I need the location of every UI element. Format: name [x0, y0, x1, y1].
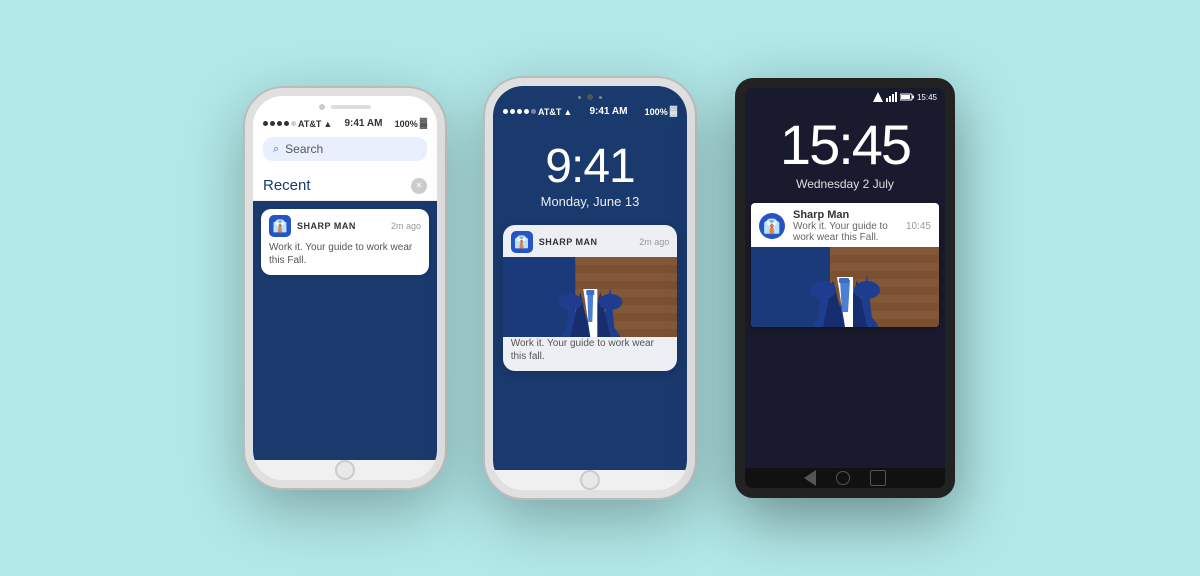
dot5 [531, 109, 536, 114]
android-app-icon: 👔 [759, 213, 785, 239]
speaker-grill [331, 105, 371, 109]
recent-label: Recent [263, 177, 311, 194]
recent-close-button[interactable]: ✕ [411, 178, 427, 194]
status2-right: 100% ▓ [645, 106, 677, 117]
tie-icon: 👔 [273, 219, 288, 233]
battery2-label: 100% [645, 107, 668, 117]
lock-time: 9:41 [545, 139, 634, 194]
wifi-icon: ▲ [323, 119, 332, 129]
suit-svg [503, 257, 678, 337]
notif-image [503, 257, 678, 337]
home-button-area2 [493, 470, 687, 490]
home-button2[interactable] [580, 470, 600, 490]
carrier2-dots [503, 109, 536, 114]
android-notif-body: Work it. Your guide to work wear this Fa… [793, 221, 898, 243]
android-notif-info: Sharp Man Work it. Your guide to work we… [793, 209, 898, 243]
iphone2-screen: 9:41 Monday, June 13 👔 SHARP MAN 2m ago [493, 119, 687, 470]
battery-label: 100% [395, 119, 418, 129]
lock-app-name: SHARP MAN [539, 237, 634, 247]
home-button-area [253, 460, 437, 480]
app-name: SHARP MAN [297, 221, 385, 231]
iphone1-screen: Recent ✕ 👔 SHARP MAN 2m ago Work it. You… [253, 169, 437, 460]
recent-section-header: Recent ✕ [253, 169, 437, 201]
tie3-icon: 👔 [763, 218, 780, 235]
bar3 [892, 94, 894, 102]
carrier-label: AT&T [298, 119, 321, 129]
dot5 [291, 121, 296, 126]
bar4 [895, 92, 897, 102]
dot3 [517, 109, 522, 114]
iphone1-frame: AT&T ▲ 9:41 AM 100% ▓ ⌕ Search Recent ✕ … [245, 88, 445, 488]
android-status-time: 15:45 [917, 93, 937, 102]
android-frame: 15:45 15:45 Wednesday 2 July 👔 Sharp Man… [735, 78, 955, 498]
iphone1-status-bar: AT&T ▲ 9:41 AM 100% ▓ [253, 114, 437, 131]
android-app-name: Sharp Man [793, 209, 898, 221]
dot2 [510, 109, 515, 114]
search-bar[interactable]: ⌕ Search [263, 137, 427, 161]
status-time: 9:41 AM [344, 118, 382, 129]
status-right: 100% ▓ [395, 118, 427, 129]
notif-body: Work it. Your guide to work wear this Fa… [261, 241, 429, 275]
lock-date: Monday, June 13 [541, 194, 640, 209]
iphone2-status-bar: AT&T ▲ 9:41 AM 100% ▓ [493, 102, 687, 119]
android-status-icons: 15:45 [873, 92, 937, 102]
lock-notif-header: 👔 SHARP MAN 2m ago [503, 225, 678, 257]
speaker-dot2 [599, 96, 602, 99]
home-button-android[interactable] [836, 471, 850, 485]
android-lock-date: Wednesday 2 July [745, 177, 945, 191]
search-icon: ⌕ [273, 143, 279, 156]
android-notif-header: 👔 Sharp Man Work it. Your guide to work … [751, 203, 939, 247]
battery-icon [900, 93, 914, 101]
dot1 [263, 121, 268, 126]
app-icon: 👔 [269, 215, 291, 237]
android-notification-card[interactable]: 👔 Sharp Man Work it. Your guide to work … [751, 203, 939, 327]
carrier2-label: AT&T [538, 107, 561, 117]
android-suit-svg [751, 247, 939, 327]
notification-card[interactable]: 👔 SHARP MAN 2m ago Work it. Your guide t… [261, 209, 429, 275]
front-camera2-icon [587, 94, 593, 100]
wifi2-icon: ▲ [563, 107, 572, 117]
dot4 [524, 109, 529, 114]
lock-notif-body: Work it. Your guide to work wear this fa… [503, 337, 678, 371]
signal-icon [873, 92, 883, 102]
recents-button[interactable] [870, 470, 886, 486]
status-left: AT&T ▲ [263, 119, 332, 129]
android-notif-image [751, 247, 939, 327]
battery2-icon: ▓ [670, 106, 677, 117]
dot4 [284, 121, 289, 126]
lock-app-icon: 👔 [511, 231, 533, 253]
status2-left: AT&T ▲ [503, 107, 572, 117]
android-bottom-nav [745, 468, 945, 488]
carrier-dots [263, 121, 296, 126]
android-lock-time: 15:45 [745, 112, 945, 177]
iphone2-top-hardware [493, 86, 687, 102]
search-area: ⌕ Search [253, 131, 437, 169]
lock-notif-time: 2m ago [639, 237, 669, 247]
lock-notification-card[interactable]: 👔 SHARP MAN 2m ago [503, 225, 678, 371]
notif-time: 2m ago [391, 221, 421, 231]
bar2 [889, 96, 891, 102]
dot1 [503, 109, 508, 114]
notif-header: 👔 SHARP MAN 2m ago [261, 209, 429, 241]
iphone1-top-hardware [253, 96, 437, 114]
dot3 [277, 121, 282, 126]
speaker-dot1 [578, 96, 581, 99]
battery-icon: ▓ [420, 118, 427, 129]
front-camera-icon [319, 104, 325, 110]
status2-time: 9:41 AM [589, 106, 627, 117]
android-status-bar: 15:45 [745, 88, 945, 104]
android-notif-time: 10:45 [906, 221, 931, 232]
bar1 [886, 98, 888, 102]
android-screen: 15:45 15:45 Wednesday 2 July 👔 Sharp Man… [745, 88, 945, 468]
dot2 [270, 121, 275, 126]
back-button[interactable] [804, 470, 816, 486]
iphone2-frame: AT&T ▲ 9:41 AM 100% ▓ 9:41 Monday, June … [485, 78, 695, 498]
home-button[interactable] [335, 460, 355, 480]
search-placeholder: Search [285, 142, 323, 156]
signal-bars [886, 92, 897, 102]
tie2-icon: 👔 [514, 235, 529, 249]
